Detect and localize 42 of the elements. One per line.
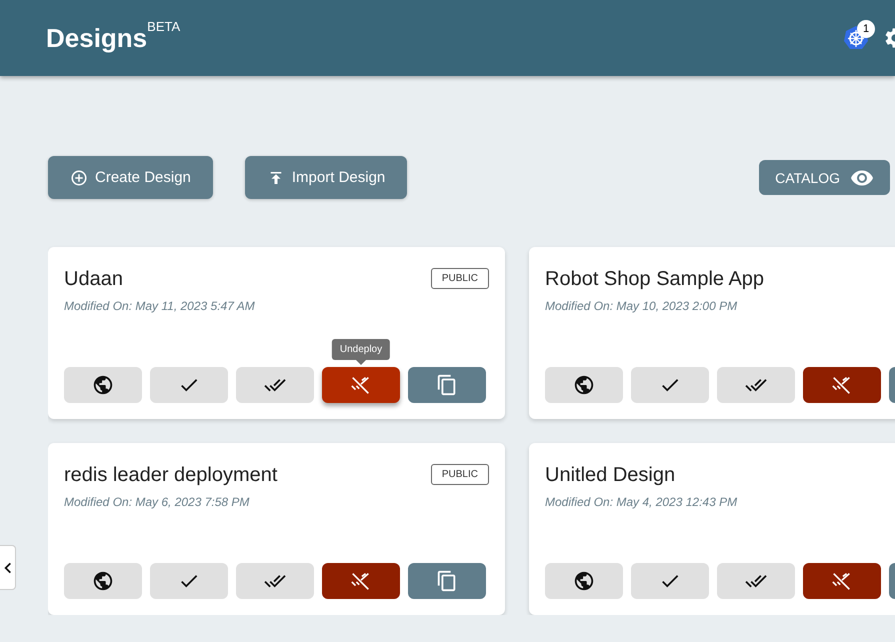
modified-date: Modified On: May 6, 2023 7:58 PM (64, 495, 250, 509)
crossed-check-icon (350, 374, 372, 396)
copy-icon (436, 374, 458, 396)
publish-button[interactable] (545, 367, 623, 403)
undeploy-button[interactable] (803, 563, 881, 599)
plus-circle-icon (70, 168, 88, 186)
modified-date: Modified On: May 10, 2023 2:00 PM (545, 299, 738, 313)
import-design-button[interactable]: Import Design (244, 156, 408, 199)
visibility-tag: PUBLIC (430, 464, 489, 485)
design-name: Robot Shop Sample App (545, 268, 764, 291)
publish-button[interactable] (64, 367, 142, 403)
undeploy-button[interactable] (322, 367, 400, 403)
tooltip: Undeploy (332, 339, 390, 360)
globe-icon (92, 570, 114, 592)
publish-button[interactable] (64, 563, 142, 599)
publish-button[interactable] (545, 563, 623, 599)
catalog-button[interactable]: CATALOG (759, 160, 890, 195)
undeploy-button[interactable] (803, 367, 881, 403)
visibility-tag: PUBLIC (430, 268, 489, 289)
globe-icon (573, 570, 595, 592)
deploy-button[interactable] (717, 367, 795, 403)
modified-date: Modified On: May 4, 2023 12:43 PM (545, 495, 738, 509)
design-name: Udaan (64, 268, 123, 291)
clone-button[interactable] (408, 563, 486, 599)
collapse-handle[interactable] (0, 545, 16, 590)
deploy-button[interactable] (717, 563, 795, 599)
notification-badge: 1 (857, 20, 875, 38)
clone-button[interactable] (408, 367, 486, 403)
copy-icon (436, 570, 458, 592)
crossed-check-icon (350, 570, 372, 592)
crossed-check-icon (831, 570, 853, 592)
page-title: Designs$^{BETA}$ (46, 22, 180, 54)
design-name: Unitled Design (545, 464, 676, 487)
crossed-check-icon (831, 374, 853, 396)
modified-date: Modified On: May 11, 2023 5:47 AM (64, 299, 256, 313)
deploy-button[interactable] (236, 367, 314, 403)
deploy-button[interactable] (236, 563, 314, 599)
design-name: redis leader deployment (64, 464, 278, 487)
undeploy-button[interactable] (322, 563, 400, 599)
create-design-button[interactable]: Create Design (48, 156, 213, 199)
globe-icon (92, 374, 114, 396)
globe-icon (573, 374, 595, 396)
